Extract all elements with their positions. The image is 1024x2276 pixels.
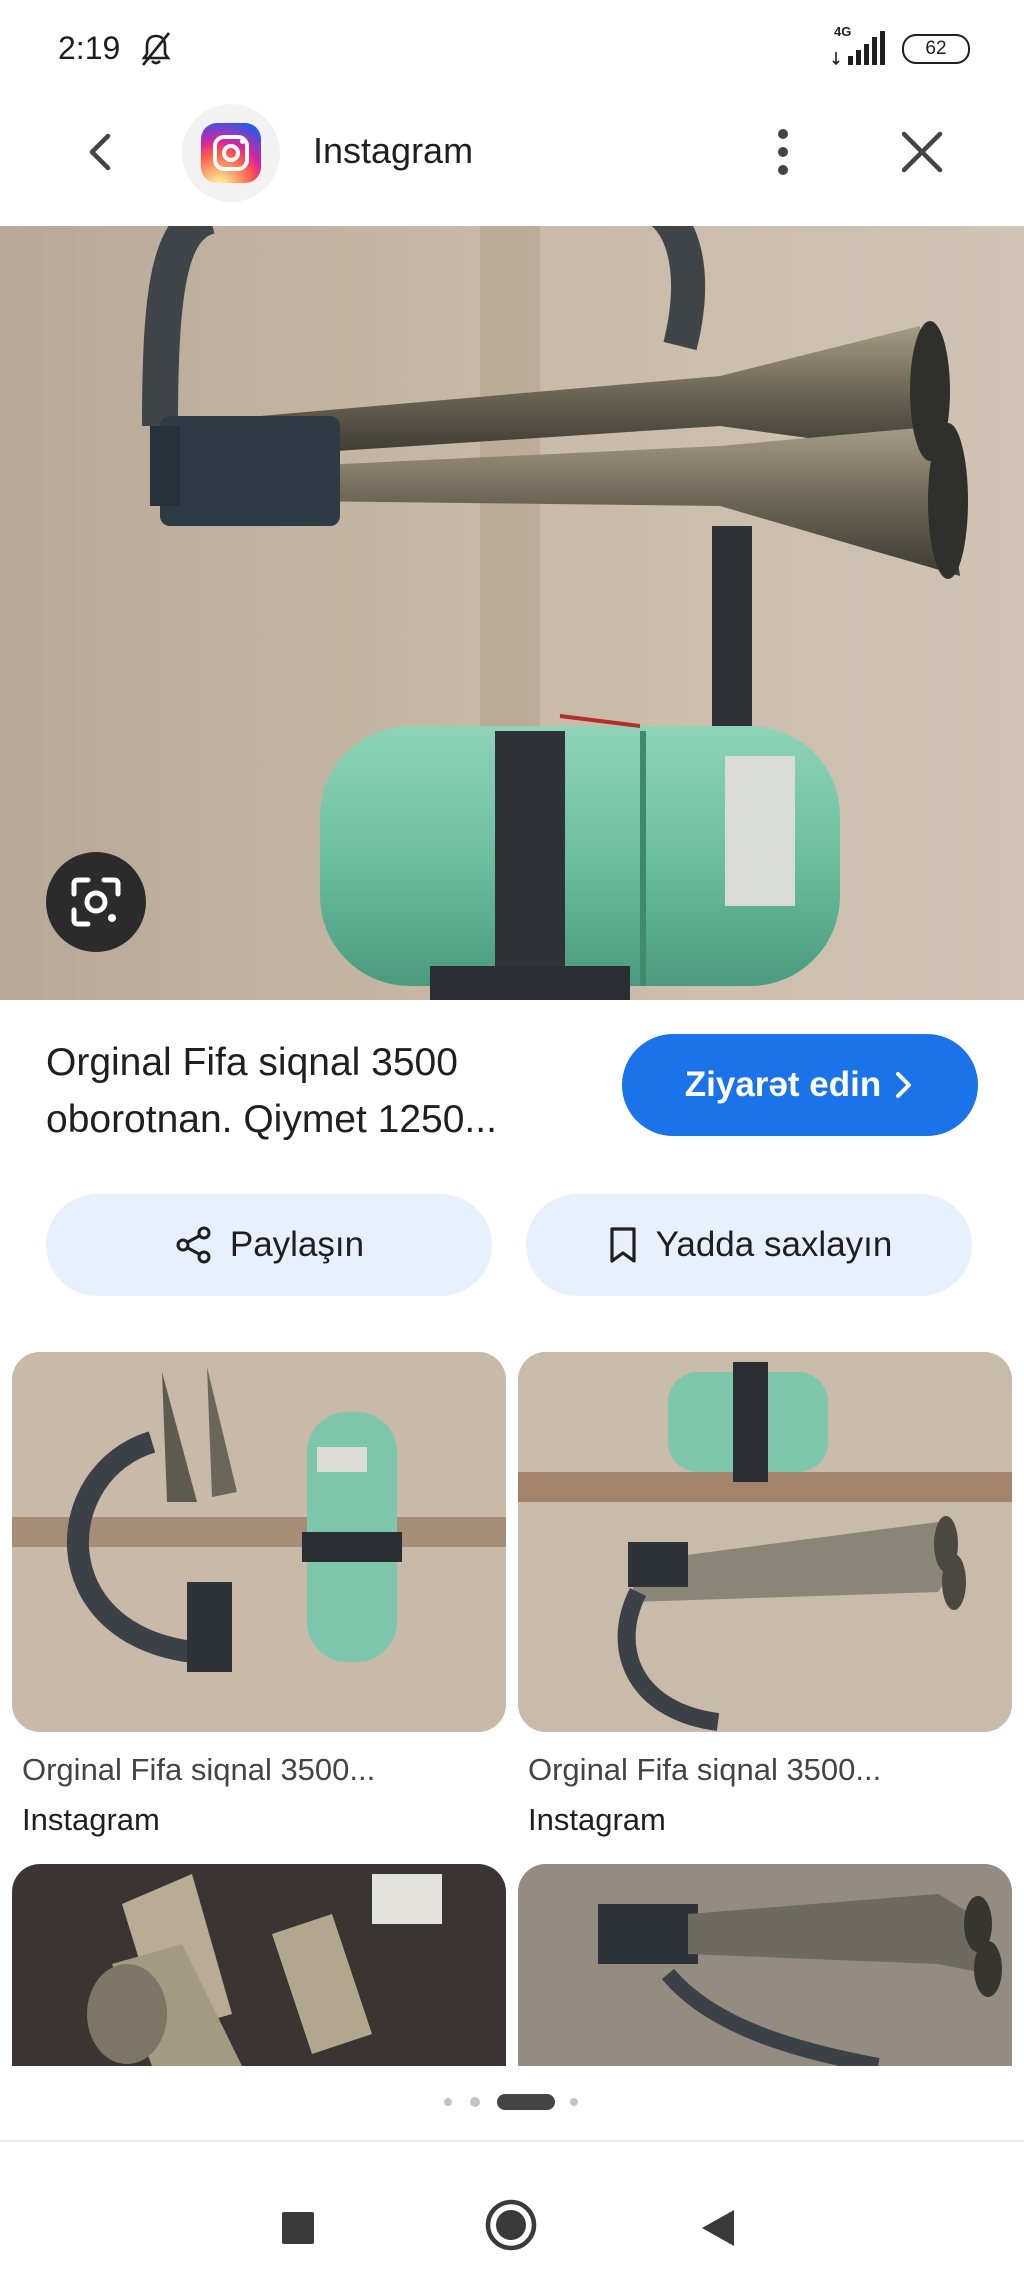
back-triangle-icon[interactable] <box>700 2208 736 2248</box>
status-time: 2:19 <box>58 30 121 66</box>
related-source-1: Instagram <box>22 1802 160 1837</box>
home-icon[interactable] <box>484 2198 538 2252</box>
page-indicator <box>0 2092 1024 2112</box>
related-image-3[interactable] <box>12 1864 506 2066</box>
lens-icon <box>71 877 121 927</box>
close-icon[interactable] <box>898 126 946 178</box>
status-bar: 2:19 4G 62 <box>0 0 1024 100</box>
save-button[interactable]: Yadda saxlayın <box>526 1194 972 1296</box>
related-image-4[interactable] <box>518 1864 1012 2066</box>
related-title-2[interactable]: Orginal Fifa siqnal 3500... <box>528 1752 881 1788</box>
share-label: Paylaşın <box>229 1225 365 1264</box>
source-title: Instagram <box>313 130 474 171</box>
header-bar: Instagram <box>0 100 1024 225</box>
related-title-1[interactable]: Orginal Fifa siqnal 3500... <box>22 1752 375 1788</box>
bell-off-icon <box>141 32 171 66</box>
visit-button[interactable]: Ziyarət edin <box>622 1034 978 1136</box>
page-dot <box>444 2098 452 2106</box>
main-image[interactable] <box>0 226 1024 1000</box>
related-image-2[interactable] <box>518 1352 1012 1732</box>
signal-icon <box>832 31 885 66</box>
page-dot <box>570 2098 578 2106</box>
source-logo <box>182 104 280 202</box>
chevron-left-icon[interactable] <box>78 128 126 176</box>
more-vert-icon[interactable] <box>768 124 798 180</box>
bookmark-icon <box>610 1227 636 1263</box>
recents-icon[interactable] <box>280 2210 316 2246</box>
page-dot <box>470 2097 480 2107</box>
share-icon <box>176 1226 211 1264</box>
related-image-1[interactable] <box>12 1352 506 1732</box>
air-horn-photo <box>0 226 1024 1000</box>
page-dot-active <box>497 2094 555 2110</box>
share-button[interactable]: Paylaşın <box>46 1194 492 1296</box>
visit-button-label: Ziyarət edin <box>684 1065 882 1104</box>
related-source-2: Instagram <box>528 1802 666 1837</box>
system-nav-bar <box>0 2142 1024 2276</box>
battery-indicator: 62 <box>902 34 970 64</box>
instagram-icon <box>201 123 261 183</box>
result-title: Orginal Fifa siqnal 3500 oborotnan. Qiym… <box>46 1041 497 1141</box>
save-label: Yadda saxlayın <box>655 1225 893 1264</box>
chevron-right-icon <box>896 1072 912 1098</box>
lens-search-button[interactable] <box>46 852 146 952</box>
